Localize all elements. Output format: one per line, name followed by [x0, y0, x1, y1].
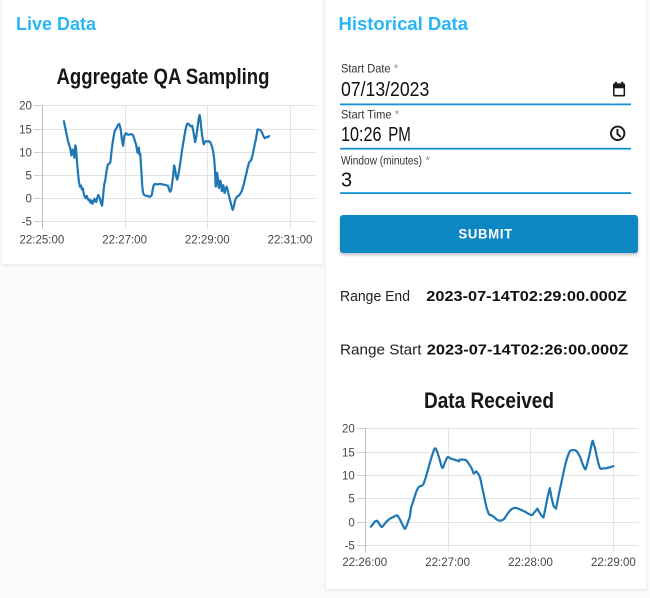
svg-text:Historical Data: Historical Data	[339, 14, 470, 34]
svg-text:PM: PM	[388, 124, 411, 146]
svg-text:22:31:00: 22:31:00	[268, 234, 313, 246]
svg-text:Live Data: Live Data	[16, 14, 97, 34]
svg-text:0: 0	[348, 518, 354, 530]
svg-text:10: 10	[342, 471, 355, 483]
svg-text:10:26: 10:26	[341, 124, 382, 146]
svg-text:22:29:00: 22:29:00	[185, 234, 230, 246]
svg-text:Range Start: Range Start	[340, 341, 422, 358]
svg-text:5: 5	[348, 494, 354, 506]
svg-text:22:29:00: 22:29:00	[591, 557, 636, 569]
svg-text:2023-07-14T02:29:00.000Z: 2023-07-14T02:29:00.000Z	[426, 288, 627, 305]
svg-text:*: *	[425, 154, 430, 168]
svg-text:22:28:00: 22:28:00	[508, 557, 553, 569]
svg-text:07/13/2023: 07/13/2023	[341, 79, 429, 101]
svg-text:22:27:00: 22:27:00	[102, 234, 147, 246]
svg-text:-5: -5	[345, 541, 355, 553]
svg-text:20: 20	[19, 101, 32, 113]
svg-text:Data Received: Data Received	[424, 388, 554, 413]
svg-text:22:26:00: 22:26:00	[342, 557, 387, 569]
svg-text:22:25:00: 22:25:00	[20, 234, 65, 246]
svg-text:*: *	[395, 108, 400, 122]
svg-text:3: 3	[341, 169, 352, 191]
svg-text:*: *	[394, 62, 399, 76]
svg-text:Start Date: Start Date	[341, 62, 391, 76]
svg-text:Aggregate QA Sampling: Aggregate QA Sampling	[57, 64, 270, 89]
svg-text:SUBMIT: SUBMIT	[458, 226, 513, 242]
svg-text:10: 10	[19, 148, 32, 160]
svg-text:15: 15	[342, 448, 355, 460]
svg-text:Start Time: Start Time	[341, 108, 392, 122]
svg-text:15: 15	[19, 125, 32, 137]
svg-text:-5: -5	[22, 217, 32, 229]
svg-text:2023-07-14T02:26:00.000Z: 2023-07-14T02:26:00.000Z	[427, 341, 629, 358]
svg-text:22:27:00: 22:27:00	[425, 557, 470, 569]
svg-text:20: 20	[342, 424, 355, 436]
svg-text:Range End: Range End	[340, 288, 410, 305]
svg-text:0: 0	[25, 194, 31, 206]
svg-text:5: 5	[25, 171, 31, 183]
svg-text:Window (minutes): Window (minutes)	[341, 154, 422, 168]
